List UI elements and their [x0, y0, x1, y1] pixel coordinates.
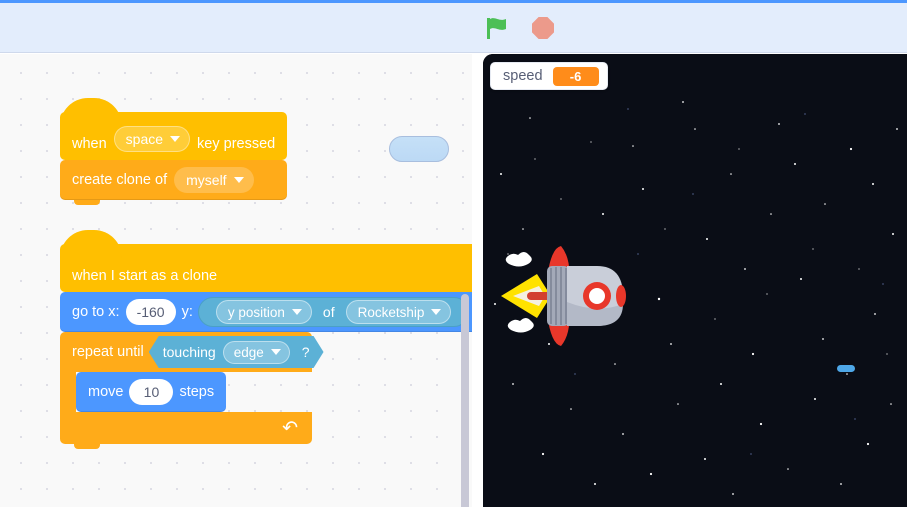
- c-block-arm: [60, 372, 76, 412]
- create-clone-of-block[interactable]: create clone of myself: [60, 160, 288, 205]
- attribute-value: y position: [227, 304, 285, 320]
- block-label: when: [72, 136, 107, 152]
- chevron-down-icon: [233, 177, 244, 183]
- move-steps-block[interactable]: move 10 steps: [76, 372, 227, 417]
- variable-name-label: speed: [503, 68, 543, 84]
- chevron-down-icon: [271, 349, 281, 355]
- clone-target-value: myself: [186, 172, 227, 188]
- green-flag-icon: [487, 18, 506, 39]
- steps-value-input[interactable]: 10: [129, 379, 174, 405]
- of-label: of: [322, 304, 335, 320]
- touching-boolean[interactable]: touching edge ?: [149, 336, 324, 368]
- go-to-x-label: go to x:: [72, 304, 120, 320]
- code-workspace[interactable]: when space key pressed create clone of m…: [0, 54, 472, 507]
- repeat-until-footer[interactable]: ↶: [60, 412, 312, 449]
- chevron-down-icon: [431, 309, 442, 315]
- steps-label: steps: [179, 384, 215, 400]
- laser-sprite[interactable]: [837, 365, 855, 372]
- key-dropdown[interactable]: space: [113, 126, 191, 152]
- rocket-sprite[interactable]: [499, 244, 629, 349]
- x-value-input[interactable]: -160: [125, 299, 176, 325]
- block-label: create clone of: [72, 172, 168, 188]
- repeat-until-label: repeat until: [72, 344, 144, 360]
- repeat-until-header[interactable]: repeat until touching edge ?: [60, 332, 312, 372]
- script-clone-spawner[interactable]: when space key pressed create clone of m…: [60, 98, 288, 205]
- variable-value-readout: -6: [552, 66, 599, 86]
- move-label: move: [88, 384, 124, 400]
- stage[interactable]: speed -6: [483, 54, 907, 507]
- repeat-until-body: move 10 steps: [60, 372, 292, 417]
- go-to-y-label: y:: [181, 304, 193, 320]
- dragged-block-ghost[interactable]: [389, 136, 449, 162]
- key-dropdown-value: space: [125, 131, 164, 147]
- stop-button[interactable]: [529, 14, 557, 42]
- touching-target-value: edge: [233, 344, 264, 360]
- repeat-until-block[interactable]: repeat until touching edge ? move 10 ste…: [60, 332, 292, 449]
- block-label: when I start as a clone: [72, 268, 218, 284]
- script-clone-behavior[interactable]: when I start as a clone go to x: -160 y:…: [60, 230, 472, 449]
- chevron-down-icon: [291, 309, 302, 315]
- stop-octagon-icon: [532, 17, 554, 39]
- object-dropdown[interactable]: Rocketship: [345, 300, 452, 324]
- when-i-start-as-a-clone-block[interactable]: when I start as a clone: [60, 230, 472, 297]
- attribute-of-reporter[interactable]: y position of Rocketship: [197, 297, 470, 327]
- variable-monitor-speed[interactable]: speed -6: [490, 62, 608, 90]
- repeat-until-inner-stack[interactable]: move 10 steps: [76, 372, 227, 417]
- when-key-pressed-block[interactable]: when space key pressed: [60, 98, 288, 165]
- object-value: Rocketship: [357, 304, 425, 320]
- clone-target-dropdown[interactable]: myself: [174, 167, 254, 193]
- go-to-xy-block[interactable]: go to x: -160 y: y position of Rocketshi…: [60, 292, 472, 332]
- chevron-down-icon: [170, 136, 181, 142]
- block-label-suffix: key pressed: [197, 136, 276, 152]
- touching-target-dropdown[interactable]: edge: [223, 341, 290, 364]
- workspace-vertical-scrollbar[interactable]: [461, 294, 469, 507]
- scratch-editor: when space key pressed create clone of m…: [0, 0, 907, 507]
- question-mark-label: ?: [301, 344, 310, 360]
- stage-controls: [483, 3, 573, 53]
- green-flag-button[interactable]: [483, 14, 511, 42]
- loop-arrow-icon: ↶: [282, 417, 298, 439]
- attribute-dropdown[interactable]: y position: [215, 300, 312, 324]
- touching-label: touching: [162, 344, 216, 360]
- top-header-bar: [0, 3, 907, 53]
